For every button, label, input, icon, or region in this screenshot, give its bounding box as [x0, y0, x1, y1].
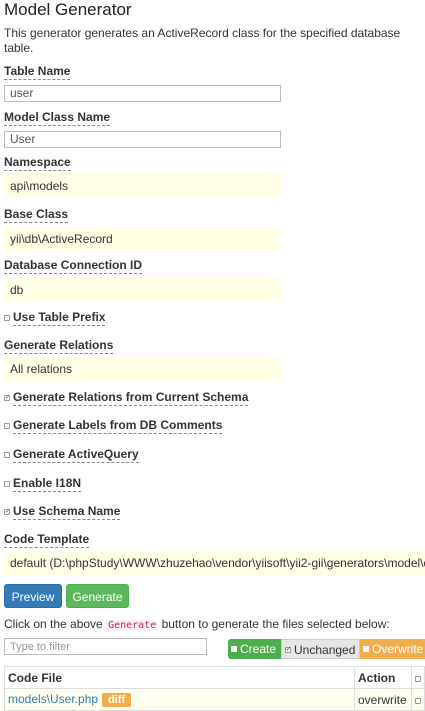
relations-from-schema-label[interactable]: Generate Relations from Current Schema [13, 390, 249, 406]
legend-unchanged-checkbox[interactable]: ✓ [285, 646, 291, 653]
page-description: This generator generates an ActiveRecord… [4, 26, 401, 55]
use-schema-name-checkbox[interactable]: ✓ [4, 509, 10, 515]
legend-create-checkbox[interactable] [231, 645, 237, 652]
model-class-label: Model Class Name [4, 110, 111, 126]
db-connection-label: Database Connection ID [4, 258, 143, 274]
filter-input[interactable] [4, 638, 207, 655]
legend-overwrite[interactable]: Overwrite [360, 639, 425, 659]
legend-overwrite-checkbox[interactable] [363, 645, 369, 652]
namespace-input[interactable]: api\models [4, 174, 281, 198]
hint-code: Generate [106, 620, 159, 631]
generate-button[interactable]: Generate [66, 584, 129, 608]
base-class-label: Base Class [4, 207, 69, 223]
diff-button[interactable]: diff [102, 693, 132, 707]
code-template-label: Code Template [4, 532, 90, 548]
code-file-header: Code File [4, 666, 355, 689]
file-link[interactable]: models\User.php [8, 692, 98, 706]
generate-relations-label: Generate Relations [4, 338, 114, 354]
table-name-input[interactable]: user [4, 85, 281, 102]
enable-i18n-label[interactable]: Enable I18N [13, 476, 82, 492]
labels-from-comments-label[interactable]: Generate Labels from DB Comments [13, 418, 223, 434]
use-table-prefix-label[interactable]: Use Table Prefix [13, 310, 106, 326]
generate-hint: Click on the above Generate button to ge… [4, 617, 390, 631]
generate-activequery-label[interactable]: Generate ActiveQuery [13, 447, 139, 463]
preview-button[interactable]: Preview [4, 584, 62, 608]
enable-i18n-checkbox[interactable] [4, 481, 10, 487]
table-row: models\User.php diff overwrite [4, 688, 425, 711]
legend-create-label: Create [240, 642, 277, 656]
select-all-checkbox[interactable] [415, 675, 421, 682]
page-title: Model Generator [4, 0, 132, 19]
generate-activequery-checkbox[interactable] [4, 452, 10, 458]
generate-relations-select[interactable]: All relations [4, 357, 281, 381]
table-header-row: Code File Action [4, 666, 425, 689]
labels-from-comments-checkbox[interactable] [4, 423, 10, 429]
row-checkbox[interactable] [415, 697, 421, 704]
legend-create[interactable]: Create [228, 639, 281, 659]
code-template-select[interactable]: default (D:\phpStudy\WWW\zhuzehao\vendor… [4, 551, 425, 575]
file-cell: models\User.php diff [4, 688, 355, 711]
action-header: Action [354, 666, 412, 689]
select-all-cell[interactable] [411, 666, 425, 689]
base-class-input[interactable]: yii\db\ActiveRecord [4, 227, 281, 251]
row-select-cell[interactable] [411, 688, 425, 711]
use-table-prefix-checkbox[interactable] [4, 315, 10, 321]
use-schema-name-label[interactable]: Use Schema Name [13, 504, 121, 520]
action-cell: overwrite [354, 688, 412, 711]
legend-unchanged-label: Unchanged [294, 643, 356, 657]
namespace-label: Namespace [4, 155, 71, 171]
legend-unchanged[interactable]: ✓ Unchanged [281, 639, 360, 659]
table-name-label: Table Name [4, 64, 71, 80]
hint-text-after: button to generate the files selected be… [158, 617, 390, 631]
relations-from-schema-checkbox[interactable]: ✓ [4, 395, 10, 401]
hint-text-before: Click on the above [4, 617, 107, 631]
db-connection-input[interactable]: db [4, 278, 281, 302]
model-class-input[interactable]: User [4, 131, 281, 148]
files-table: Code File Action models\User.php diff ove… [4, 666, 425, 711]
legend-overwrite-label: Overwrite [372, 642, 424, 656]
